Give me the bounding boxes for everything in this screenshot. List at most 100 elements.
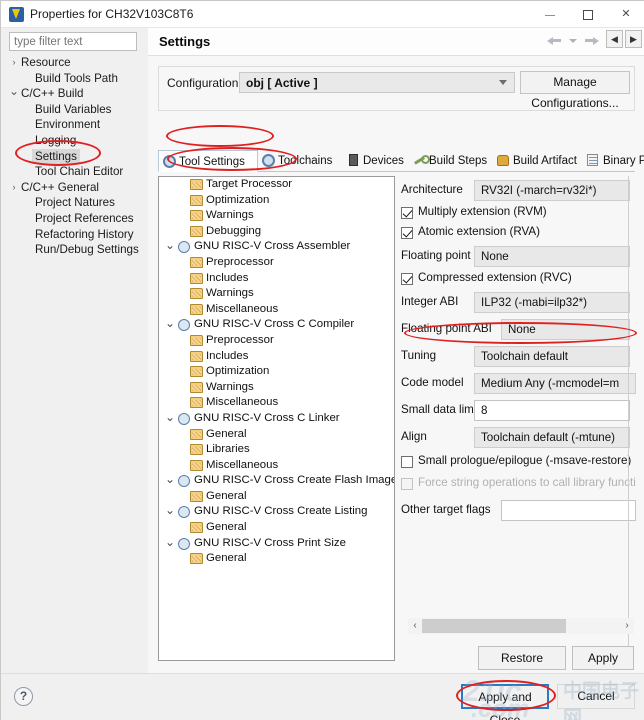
scroll-right-icon[interactable]: › xyxy=(620,618,634,634)
folder-icon xyxy=(190,210,203,222)
filter-input[interactable] xyxy=(9,32,137,51)
integer-abi-label: Integer ABI xyxy=(401,295,459,308)
tab-toolchains[interactable]: Toolchains xyxy=(258,150,343,172)
tab-devices[interactable]: Devices xyxy=(343,150,409,172)
manage-configurations-button[interactable]: Manage Configurations... xyxy=(520,71,630,110)
tree-item-label: Preprocessor xyxy=(206,333,274,346)
tree-item-optimization[interactable]: Optimization xyxy=(159,364,394,380)
tuning-combo[interactable]: Toolchain default xyxy=(474,346,630,367)
configuration-combo[interactable]: obj [ Active ] xyxy=(239,72,515,93)
tree-item-general[interactable]: General xyxy=(159,427,394,443)
field-floating-point: Floating point None xyxy=(400,246,636,268)
field-other-target-flags: Other target flags xyxy=(400,500,636,522)
small-data-limit-input[interactable]: 8 xyxy=(474,400,630,421)
chevron-down-icon[interactable]: ⌄ xyxy=(9,85,19,97)
back-chevron-down-icon[interactable] xyxy=(568,38,577,43)
floating-point-combo[interactable]: None xyxy=(474,246,630,267)
architecture-combo[interactable]: RV32I (-march=rv32i*) xyxy=(474,180,630,201)
tree-item-includes[interactable]: Includes xyxy=(159,271,394,287)
nav-item-label: Resource xyxy=(21,56,71,69)
tree-item-debugging[interactable]: Debugging xyxy=(159,224,394,240)
nav-item-build-variables[interactable]: Build Variables xyxy=(1,102,148,118)
maximize-button[interactable] xyxy=(569,1,607,28)
tab-build-steps[interactable]: Build Steps xyxy=(409,150,493,172)
tree-item-general[interactable]: General xyxy=(159,489,394,505)
chevron-down-icon[interactable]: ⌄ xyxy=(165,411,175,423)
tree-item-gnu-risc-v-cross-create-listing[interactable]: ⌄ GNU RISC-V Cross Create Listing xyxy=(159,504,394,520)
tree-item-general[interactable]: General xyxy=(159,520,394,536)
floating-point-abi-combo[interactable]: None xyxy=(501,319,630,340)
close-button[interactable]: ✕ xyxy=(607,1,644,28)
tree-item-label: General xyxy=(206,552,247,565)
other-target-flags-input[interactable] xyxy=(501,500,636,521)
tree-item-miscellaneous[interactable]: Miscellaneous xyxy=(159,395,394,411)
chevron-down-icon[interactable]: ⌄ xyxy=(165,504,175,516)
align-combo[interactable]: Toolchain default (-mtune) xyxy=(474,427,630,448)
nav-item-c-c-build[interactable]: ⌄ C/C++ Build xyxy=(1,85,148,102)
nav-item-run-debug-settings[interactable]: Run/Debug Settings xyxy=(1,242,148,258)
scroll-left-icon[interactable]: ‹ xyxy=(408,618,422,634)
tool-settings-tree[interactable]: Target Processor Optimization Warnings Debu… xyxy=(158,176,395,661)
tree-item-gnu-risc-v-cross-create-flash-image[interactable]: ⌄ GNU RISC-V Cross Create Flash Image xyxy=(159,473,394,489)
scrollbar-thumb[interactable] xyxy=(422,619,566,633)
tree-item-gnu-risc-v-cross-print-size[interactable]: ⌄ GNU RISC-V Cross Print Size xyxy=(159,536,394,552)
tree-item-warnings[interactable]: Warnings xyxy=(159,208,394,224)
chevron-down-icon[interactable]: ⌄ xyxy=(165,473,175,485)
chevron-right-icon[interactable]: › xyxy=(9,180,19,196)
chevron-right-icon[interactable]: › xyxy=(9,55,19,71)
tree-item-libraries[interactable]: Libraries xyxy=(159,442,394,458)
tree-item-gnu-risc-v-cross-c-compiler[interactable]: ⌄ GNU RISC-V Cross C Compiler xyxy=(159,317,394,333)
chevron-down-icon[interactable]: ⌄ xyxy=(165,317,175,329)
tree-item-miscellaneous[interactable]: Miscellaneous xyxy=(159,458,394,474)
nav-item-label: Project Natures xyxy=(35,196,115,210)
tree-item-miscellaneous[interactable]: Miscellaneous xyxy=(159,302,394,318)
nav-item-tool-chain-editor[interactable]: Tool Chain Editor xyxy=(1,164,148,180)
nav-item-label: Run/Debug Settings xyxy=(35,243,139,257)
tree-item-target-processor[interactable]: Target Processor xyxy=(159,177,394,193)
tree-item-general[interactable]: General xyxy=(159,551,394,567)
cancel-button[interactable]: Cancel xyxy=(557,684,635,709)
tree-item-gnu-risc-v-cross-c-linker[interactable]: ⌄ GNU RISC-V Cross C Linker xyxy=(159,411,394,427)
chevron-down-icon[interactable]: ⌄ xyxy=(165,536,175,548)
tab-binary-pa[interactable]: Binary Pa xyxy=(583,150,644,172)
chevron-down-icon[interactable]: ⌄ xyxy=(165,239,175,251)
apply-and-close-button[interactable]: Apply and Close xyxy=(461,684,549,720)
nav-item-resource[interactable]: › Resource xyxy=(1,55,148,71)
code-model-combo[interactable]: Medium Any (-mcmodel=m xyxy=(474,373,636,394)
tab-tool-settings[interactable]: Tool Settings xyxy=(158,150,258,172)
tree-item-label: Miscellaneous xyxy=(206,396,279,409)
nav-item-settings[interactable]: Settings xyxy=(1,148,148,165)
horizontal-scrollbar[interactable]: ‹ › xyxy=(408,618,634,634)
arrow-right-icon[interactable] xyxy=(584,35,600,47)
tree-item-label: GNU RISC-V Cross Print Size xyxy=(194,536,346,549)
tab-scroll-left-button[interactable]: ◀ xyxy=(606,30,623,48)
apply-button[interactable]: Apply xyxy=(572,646,634,670)
tuning-label: Tuning xyxy=(401,349,437,362)
nav-item-project-natures[interactable]: Project Natures xyxy=(1,195,148,211)
tree-item-warnings[interactable]: Warnings xyxy=(159,380,394,396)
nav-item-environment[interactable]: Environment xyxy=(1,117,148,133)
restore-defaults-button[interactable]: Restore Defaults xyxy=(478,646,566,687)
tree-item-optimization[interactable]: Optimization xyxy=(159,193,394,209)
nav-item-logging[interactable]: Logging xyxy=(1,133,148,149)
tree-item-preprocessor[interactable]: Preprocessor xyxy=(159,255,394,271)
nav-item-build-tools-path[interactable]: Build Tools Path xyxy=(1,71,148,87)
tab-build-artifact[interactable]: Build Artifact xyxy=(493,150,583,172)
small-prologue-label: Small prologue/epilogue (-msave-restore) xyxy=(418,454,632,467)
tab-scroll-right-button[interactable]: ▶ xyxy=(625,30,642,48)
tree-item-includes[interactable]: Includes xyxy=(159,349,394,365)
title-bar: Properties for CH32V103C8T6 ✕ xyxy=(1,1,644,28)
arrow-left-icon[interactable] xyxy=(546,35,562,47)
help-icon[interactable]: ? xyxy=(14,687,33,706)
integer-abi-combo[interactable]: ILP32 (-mabi=ilp32*) xyxy=(474,292,630,313)
nav-item-project-references[interactable]: Project References xyxy=(1,211,148,227)
field-floating-point-abi: Floating point ABI None xyxy=(400,319,636,341)
tree-item-preprocessor[interactable]: Preprocessor xyxy=(159,333,394,349)
nav-item-c-c-general[interactable]: › C/C++ General xyxy=(1,180,148,196)
minimize-button[interactable] xyxy=(531,1,569,28)
nav-item-refactoring-history[interactable]: Refactoring History xyxy=(1,227,148,243)
tree-item-warnings[interactable]: Warnings xyxy=(159,286,394,302)
tree-item-label: Includes xyxy=(206,349,249,362)
eclipse-icon xyxy=(9,7,24,22)
tree-item-gnu-risc-v-cross-assembler[interactable]: ⌄ GNU RISC-V Cross Assembler xyxy=(159,239,394,255)
